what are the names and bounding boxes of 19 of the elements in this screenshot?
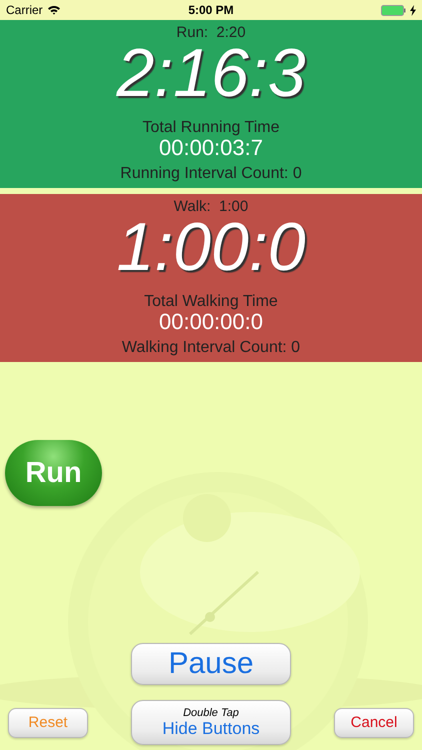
- reset-button[interactable]: Reset: [8, 708, 88, 738]
- battery-icon: [380, 4, 406, 16]
- carrier-label: Carrier: [6, 3, 43, 17]
- interval-label: Run: 2:20: [176, 25, 246, 41]
- countdown-time: 1:00:0: [116, 215, 306, 279]
- interval-label: Walk: 1:00: [174, 199, 248, 215]
- total-time-label: Total Walking Time: [144, 293, 278, 311]
- interval-count: Running Interval Count: 0: [120, 165, 302, 183]
- status-time: 5:00 PM: [188, 3, 234, 17]
- wifi-icon: [46, 5, 61, 15]
- charging-icon: [410, 4, 416, 16]
- interval-count: Walking Interval Count: 0: [122, 339, 300, 357]
- pause-button[interactable]: Pause: [131, 643, 291, 685]
- hide-buttons-button[interactable]: Double Tap Hide Buttons: [131, 700, 291, 745]
- total-time: 00:00:03:7: [159, 137, 263, 159]
- total-time-label: Total Running Time: [142, 119, 280, 137]
- total-time: 00:00:00:0: [159, 311, 263, 333]
- cancel-button[interactable]: Cancel: [334, 708, 414, 738]
- countdown-time: 2:16:3: [116, 41, 306, 105]
